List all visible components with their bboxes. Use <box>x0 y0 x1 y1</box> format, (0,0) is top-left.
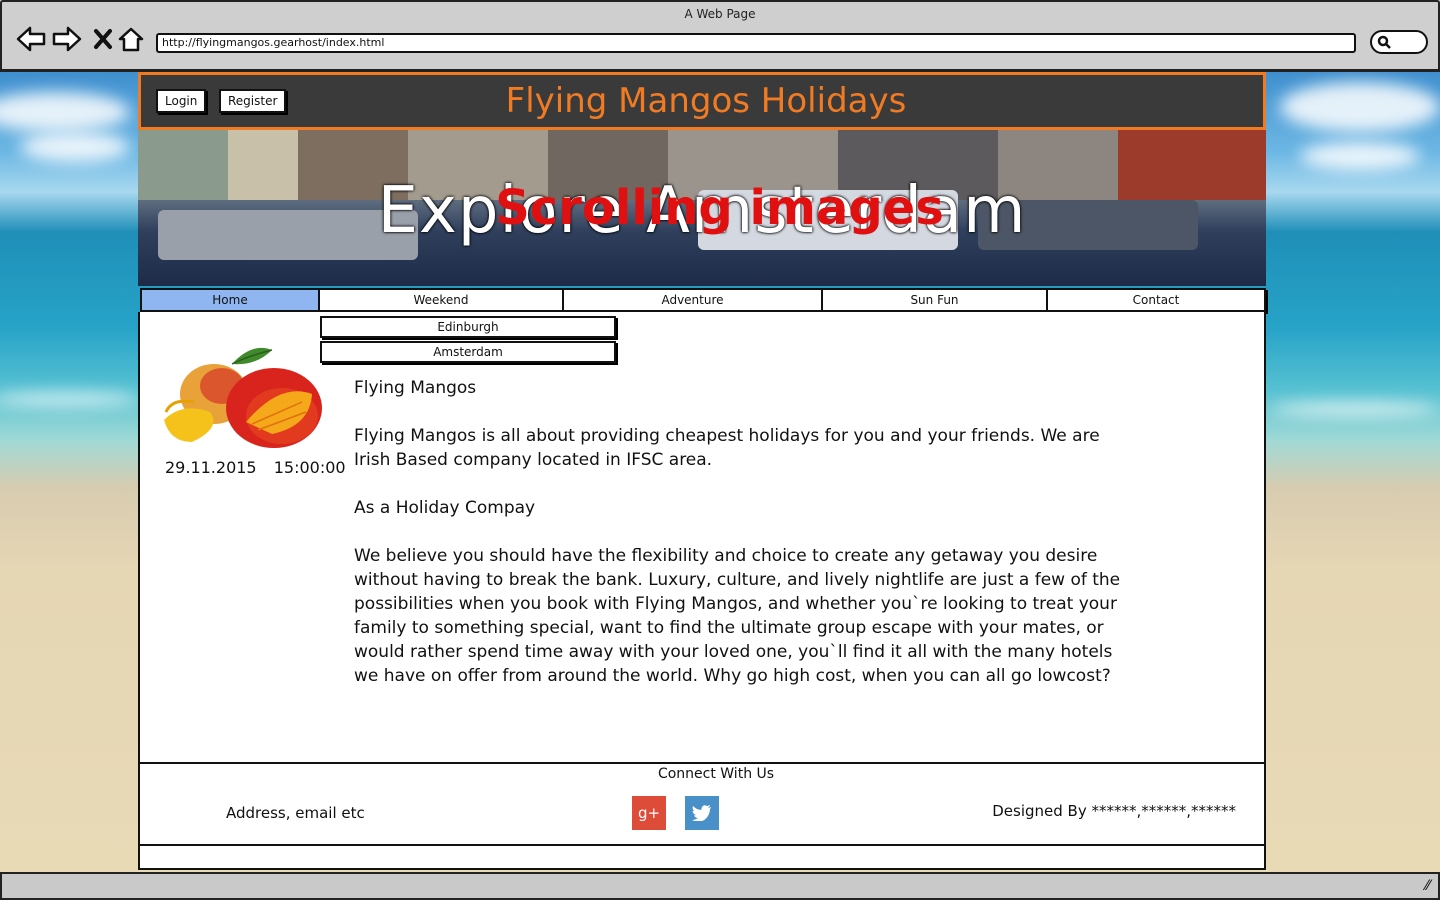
site-header: Login Register Flying Mangos Holidays <box>138 72 1266 130</box>
browser-chrome: A Web Page http://flyingmangos.gearhost/… <box>0 0 1440 72</box>
article-body: We believe you should have the flexibili… <box>354 546 1121 686</box>
menu-item-weekend[interactable]: Weekend <box>320 290 564 310</box>
resize-grip-icon[interactable]: ⁄⁄ <box>1425 878 1430 894</box>
page-bottom-strip <box>138 846 1266 870</box>
site-title-text: Flying Mangos Holidays <box>505 81 907 121</box>
home-icon[interactable] <box>116 24 146 54</box>
article: Flying Mangos Flying Mangos is all about… <box>354 376 1134 712</box>
window-title: A Web Page <box>684 7 756 21</box>
site-footer: Connect With Us Address, email etc g+ De… <box>138 762 1266 846</box>
post-datetime: 29.11.2015 15:00:00 <box>165 458 346 477</box>
menu-item-contact[interactable]: Contact <box>1048 290 1264 310</box>
twitter-icon[interactable] <box>685 796 719 830</box>
submenu-item-edinburgh[interactable]: Edinburgh <box>320 316 616 338</box>
close-x-icon[interactable] <box>88 24 118 54</box>
footer-title: Connect With Us <box>657 766 775 782</box>
submenu-item-amsterdam[interactable]: Amsterdam <box>320 341 616 363</box>
search-icon <box>1377 35 1391 49</box>
mango-logo-image <box>164 347 322 448</box>
web-page: Login Register Flying Mangos Holidays Ex… <box>138 72 1266 870</box>
site-title: Flying Mangos Holidays <box>141 81 1269 121</box>
article-subheading: As a Holiday Compay <box>354 498 536 518</box>
main-menu: Home Weekend Adventure Sun Fun Contact <box>140 288 1266 312</box>
menu-item-sun-fun[interactable]: Sun Fun <box>823 290 1048 310</box>
article-heading: Flying Mangos <box>354 378 477 398</box>
article-intro: Flying Mangos is all about providing che… <box>354 426 1100 470</box>
scrolling-images-note: Scrolling images <box>495 180 944 236</box>
google-plus-glyph: g+ <box>637 804 661 822</box>
footer-contact-info: Address, email etc <box>226 804 365 822</box>
browser-status-bar: ⁄⁄ <box>0 872 1440 900</box>
address-bar[interactable]: http://flyingmangos.gearhost/index.html <box>156 33 1356 53</box>
google-plus-icon[interactable]: g+ <box>632 796 666 830</box>
back-arrow-icon[interactable] <box>16 24 46 54</box>
forward-arrow-icon[interactable] <box>52 24 82 54</box>
post-time: 15:00:00 <box>273 458 346 477</box>
menu-item-home[interactable]: Home <box>142 290 320 310</box>
banner-image: Explore Amsterdam Scrolling images <box>138 130 1266 286</box>
twitter-bird-glyph <box>692 805 711 821</box>
post-date: 29.11.2015 <box>165 458 257 477</box>
footer-designed-by: Designed By ******,******,****** <box>992 802 1236 820</box>
browser-search-field[interactable] <box>1370 30 1428 54</box>
menu-item-adventure[interactable]: Adventure <box>564 290 823 310</box>
main-content: Edinburgh Amsterdam 29.11.2015 15:00:00 … <box>138 312 1266 764</box>
